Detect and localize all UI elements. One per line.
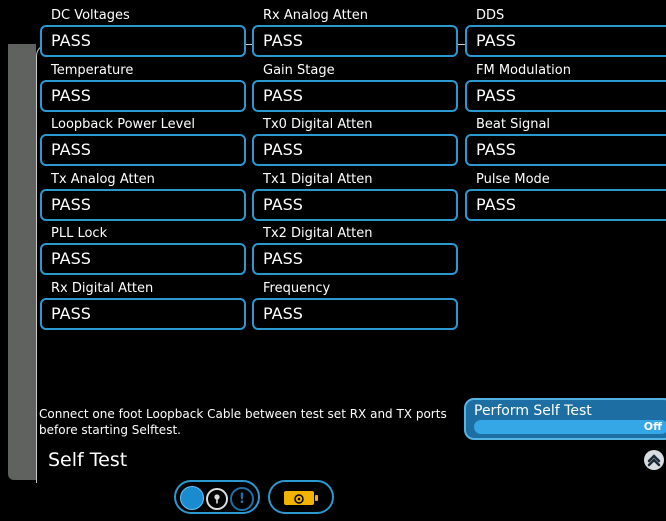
test-label: FM Modulation: [476, 63, 571, 78]
test-label: Frequency: [263, 281, 331, 296]
status-indicator-group[interactable]: !: [174, 480, 260, 514]
test-label: Rx Analog Atten: [263, 8, 369, 23]
page-title: Self Test: [48, 449, 128, 471]
test-label: Pulse Mode: [476, 172, 550, 187]
test-result-box: PASS: [40, 298, 246, 330]
test-pll-lock: PLL Lock PASS: [40, 226, 246, 275]
test-result-box: PASS: [252, 134, 458, 166]
test-result-box: PASS: [40, 25, 246, 57]
test-tx-analog-atten: Tx Analog Atten PASS: [40, 172, 246, 221]
battery-plug-glyph: [294, 494, 304, 504]
test-result: PASS: [263, 31, 303, 50]
test-label: Tx2 Digital Atten: [263, 226, 373, 241]
test-tx0-digital-atten: Tx0 Digital Atten PASS: [252, 117, 458, 166]
test-loopback-power-level: Loopback Power Level PASS: [40, 117, 246, 166]
test-temperature: Temperature PASS: [40, 63, 246, 112]
test-result: PASS: [263, 140, 303, 159]
test-rx-analog-atten: Rx Analog Atten PASS: [252, 8, 458, 57]
chevron-up-icon: [647, 454, 661, 467]
test-result: PASS: [51, 86, 91, 105]
test-label: Temperature: [51, 63, 134, 78]
test-beat-signal: Beat Signal PASS: [465, 117, 666, 166]
side-panel-tab: [8, 44, 36, 480]
test-label: DDS: [476, 8, 505, 23]
test-result-box: PASS: [252, 80, 458, 112]
test-label: Tx1 Digital Atten: [263, 172, 373, 187]
test-result: PASS: [263, 249, 303, 268]
test-result-box: PASS: [40, 189, 246, 221]
test-fm-modulation: FM Modulation PASS: [465, 63, 666, 112]
test-result-box: PASS: [40, 134, 246, 166]
test-result: PASS: [476, 140, 516, 159]
test-label: PLL Lock: [51, 226, 108, 241]
test-result: PASS: [263, 86, 303, 105]
test-label: Tx Analog Atten: [51, 172, 155, 187]
test-label: Loopback Power Level: [51, 117, 195, 132]
test-result-box: PASS: [252, 243, 458, 275]
perform-self-test-state: Off: [643, 420, 662, 433]
test-result-box: PASS: [465, 80, 666, 112]
instruction-message: Connect one foot Loopback Cable between …: [39, 407, 447, 437]
test-result: PASS: [476, 86, 516, 105]
test-result-box: PASS: [465, 189, 666, 221]
test-result: PASS: [51, 195, 91, 214]
test-result: PASS: [263, 195, 303, 214]
test-result: PASS: [51, 304, 91, 323]
test-frequency: Frequency PASS: [252, 281, 458, 330]
test-tx2-digital-atten: Tx2 Digital Atten PASS: [252, 226, 458, 275]
test-result-box: PASS: [465, 134, 666, 166]
scroll-up-button[interactable]: [644, 450, 664, 470]
test-label: Beat Signal: [476, 117, 551, 132]
key-icon-glyph: [214, 494, 220, 504]
test-result-box: PASS: [40, 80, 246, 112]
test-label: Rx Digital Atten: [51, 281, 154, 296]
battery-icon: [284, 491, 318, 505]
test-pulse-mode: Pulse Mode PASS: [465, 172, 666, 221]
test-result: PASS: [51, 140, 91, 159]
self-test-results-grid: DC Voltages PASS Temperature PASS Loopba…: [40, 8, 666, 330]
test-result-box: PASS: [252, 298, 458, 330]
test-dds: DDS PASS: [465, 8, 666, 57]
test-result-box: PASS: [40, 243, 246, 275]
battery-indicator[interactable]: [268, 480, 334, 514]
test-result: PASS: [51, 31, 91, 50]
test-label: Gain Stage: [263, 63, 335, 78]
key-icon: [206, 488, 228, 510]
test-result: PASS: [476, 195, 516, 214]
test-result-box: PASS: [252, 25, 458, 57]
test-result: PASS: [476, 31, 516, 50]
test-rx-digital-atten: Rx Digital Atten PASS: [40, 281, 246, 330]
test-tx1-digital-atten: Tx1 Digital Atten PASS: [252, 172, 458, 221]
test-label: DC Voltages: [51, 8, 130, 23]
test-result-box: PASS: [465, 25, 666, 57]
warning-icon: !: [230, 487, 254, 511]
test-result: PASS: [263, 304, 303, 323]
perform-self-test-label: Perform Self Test: [474, 403, 592, 419]
perform-self-test-toggle-track: [474, 420, 666, 434]
status-dot-icon: [180, 486, 204, 510]
test-result: PASS: [51, 249, 91, 268]
perform-self-test-button[interactable]: Perform Self Test Off: [464, 398, 666, 440]
test-gain-stage: Gain Stage PASS: [252, 63, 458, 112]
test-label: Tx0 Digital Atten: [263, 117, 373, 132]
test-result-box: PASS: [252, 189, 458, 221]
test-dc-voltages: DC Voltages PASS: [40, 8, 246, 57]
